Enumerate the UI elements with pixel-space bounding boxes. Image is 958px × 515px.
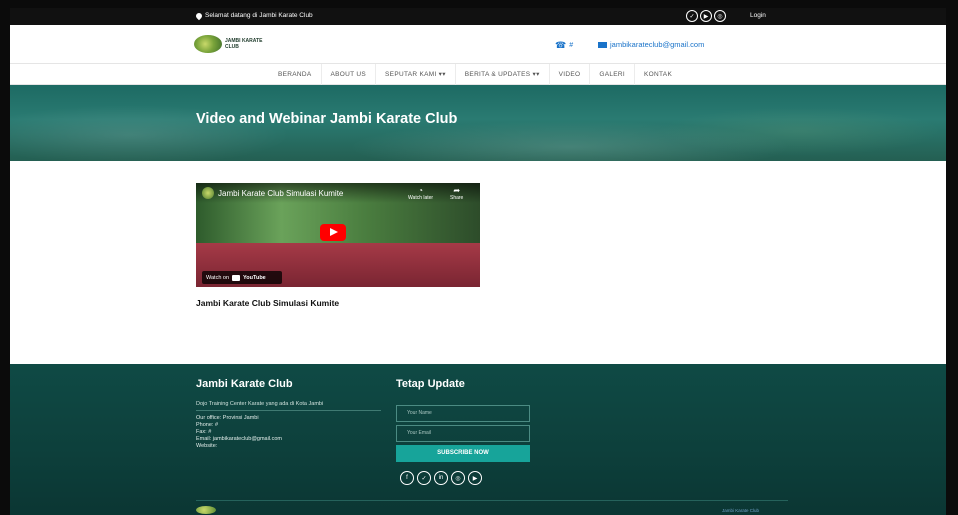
footer-copyright[interactable]: Jambi Karate Club <box>722 508 759 513</box>
welcome-message: Selamat datang di Jambi Karate Club <box>194 11 313 20</box>
logo-text-line2: CLUB <box>225 44 239 50</box>
footer-phone: Phone: # <box>196 422 219 428</box>
nav-item-beranda[interactable]: BERANDA <box>269 64 321 86</box>
footer-club-title: Jambi Karate Club <box>196 378 293 390</box>
footer-divider <box>196 410 381 411</box>
logo-emblem <box>194 35 222 53</box>
watch-on-youtube-button[interactable]: Watch on YouTube <box>202 271 282 284</box>
footer-contact-info: Our office: Provinsi Jambi Phone: # Fax:… <box>196 415 282 450</box>
facebook-icon[interactable]: f <box>400 471 414 485</box>
newsletter-email-input[interactable]: Your Email <box>396 425 530 442</box>
watch-on-label: Watch on <box>206 274 230 281</box>
watch-later-button[interactable]: ◔ Watch later <box>408 186 433 201</box>
page: Selamat datang di Jambi Karate Club ✓ ▶ … <box>10 8 946 515</box>
nav-item-kontak[interactable]: KONTAK <box>634 64 681 86</box>
footer-bottom-divider <box>196 500 788 501</box>
logo-text: JAMBI KARATE CLUB <box>225 38 262 50</box>
linkedin-icon[interactable]: in <box>434 471 448 485</box>
header-phone-text: # <box>569 42 574 49</box>
youtube-icon[interactable]: ▶ <box>700 10 712 22</box>
header-email-text: jambikarateclub@gmail.com <box>610 40 705 49</box>
footer-logo[interactable] <box>196 506 216 514</box>
phone-icon: ☎ <box>555 40 567 50</box>
twitter-icon[interactable]: ✓ <box>686 10 698 22</box>
nav-item-berita-updates[interactable]: BERITA & UPDATES ▾▾ <box>454 64 549 86</box>
nav-item-seputar-kami[interactable]: SEPUTAR KAMI ▾▾ <box>375 64 455 86</box>
channel-avatar[interactable] <box>202 187 214 199</box>
share-arrow-icon: ➦ <box>453 186 461 195</box>
share-button[interactable]: ➦ Share <box>450 186 463 201</box>
video-embed[interactable]: Jambi Karate Club Simulasi Kumite ◔ Watc… <box>196 183 480 287</box>
instagram-icon[interactable]: ◎ <box>714 10 726 22</box>
instagram-icon[interactable]: ◎ <box>451 471 465 485</box>
footer-website: Website: <box>196 443 218 449</box>
twitter-icon[interactable]: ✓ <box>417 471 431 485</box>
footer-socials: f ✓ in ◎ ▶ <box>400 471 482 485</box>
share-label: Share <box>450 195 464 201</box>
location-pin-icon <box>194 11 204 20</box>
youtube-icon[interactable]: ▶ <box>468 471 482 485</box>
site-logo[interactable]: JAMBI KARATE CLUB <box>194 35 262 53</box>
page-title: Video and Webinar Jambi Karate Club <box>196 111 458 127</box>
footer-club-description: Dojo Training Center Karate yang ada di … <box>196 401 324 407</box>
video-title[interactable]: Jambi Karate Club Simulasi Kumite <box>218 189 343 198</box>
nav-item-galeri[interactable]: GALERI <box>589 64 634 86</box>
topbar: Selamat datang di Jambi Karate Club ✓ ▶ … <box>10 8 946 25</box>
video-caption: Jambi Karate Club Simulasi Kumite <box>196 298 340 308</box>
newsletter-name-input[interactable]: Your Name <box>396 405 530 422</box>
footer: Jambi Karate Club Dojo Training Center K… <box>10 364 946 515</box>
header-phone[interactable]: ☎ # <box>555 40 573 51</box>
footer-email: Email: jambikarateclub@gmail.com <box>196 436 282 442</box>
subscribe-button[interactable]: SUBSCRIBE NOW <box>396 445 530 462</box>
footer-office: Our office: Provinsi Jambi <box>196 415 259 421</box>
login-link[interactable]: Login <box>750 12 766 19</box>
nav-item-about-us[interactable]: ABOUT US <box>320 64 376 86</box>
footer-fax: Fax: # <box>196 429 212 435</box>
welcome-text: Selamat datang di Jambi Karate Club <box>205 12 313 19</box>
footer-update-title: Tetap Update <box>396 378 465 390</box>
hero-banner: Video and Webinar Jambi Karate Club <box>10 85 946 161</box>
topbar-socials: ✓ ▶ ◎ <box>686 10 726 22</box>
youtube-logo-icon <box>232 274 241 281</box>
envelope-icon <box>598 41 607 48</box>
header-email[interactable]: jambikarateclub@gmail.com <box>598 40 704 49</box>
nav-item-video[interactable]: VIDEO <box>548 64 590 86</box>
watch-later-label: Watch later <box>408 195 434 201</box>
nav-list: BERANDA ABOUT US SEPUTAR KAMI ▾▾ BERITA … <box>269 64 681 86</box>
header: JAMBI KARATE CLUB ☎ # jambikarateclub@gm… <box>10 25 946 63</box>
clock-icon: ◔ <box>418 186 423 195</box>
play-button[interactable] <box>320 224 346 241</box>
main-nav: BERANDA ABOUT US SEPUTAR KAMI ▾▾ BERITA … <box>10 63 946 86</box>
youtube-wordmark: YouTube <box>243 274 266 281</box>
